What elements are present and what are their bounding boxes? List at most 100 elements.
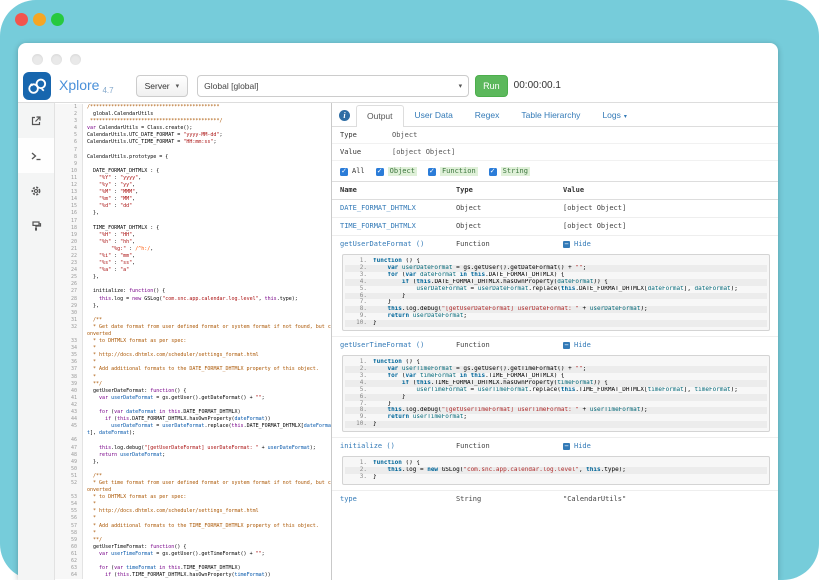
line-code: [83, 310, 331, 317]
source-line: 6. }: [345, 293, 767, 300]
run-button[interactable]: Run: [475, 75, 508, 97]
line-number: 50: [55, 466, 83, 473]
line-code: * to DHTMLX format as per spec:: [83, 494, 331, 501]
editor-line: 17: [55, 218, 331, 225]
editor-line: 42: [55, 402, 331, 409]
tab-logs[interactable]: Logs▾: [591, 104, 637, 126]
editor-line: 40 getUserDateFormat: function() {: [55, 388, 331, 395]
result-name-link[interactable]: getUserDateFormat (): [340, 240, 424, 248]
line-number: 51: [55, 473, 83, 480]
code-row: 1.function () {2. this.log = new GSLog("…: [332, 455, 778, 490]
line-number: 53: [55, 494, 83, 501]
editor-line: 20 "%h" : "hh",: [55, 239, 331, 246]
traffic-light-zoom[interactable]: [51, 13, 64, 26]
editor-line: 32 * Get date format from user defined f…: [55, 324, 331, 338]
line-number: 56: [55, 515, 83, 522]
traffic-light-close[interactable]: [15, 13, 28, 26]
source-line: 4. if (this.DATE_FORMAT_DHTMLX.hasOwnPro…: [345, 279, 767, 286]
filter-function[interactable]: ✓Function: [428, 167, 478, 176]
source-line: 5. userDateFormat = userDateFormat.repla…: [345, 286, 767, 293]
table-row: typeString"CalendarUtils": [332, 490, 778, 508]
chevron-down-icon: ▾: [176, 82, 180, 90]
tab-output[interactable]: Output: [356, 105, 404, 127]
console-icon[interactable]: [18, 138, 54, 173]
line-number: 27: [55, 288, 83, 295]
source-line: 1.function () {: [345, 460, 767, 467]
source-line: 8. this.log.debug("[getUserDateFormat] u…: [345, 306, 767, 313]
hide-toggle[interactable]: −Hide: [563, 341, 591, 350]
editor-line: 2 global.CalendarUtils: [55, 111, 331, 118]
checkbox-checked-icon[interactable]: ✓: [376, 168, 384, 176]
line-number: 14: [55, 196, 83, 203]
open-in-new-icon[interactable]: [18, 103, 54, 138]
source-line-number: 2.: [345, 265, 373, 272]
info-icon[interactable]: i: [339, 110, 350, 121]
editor-line: 64 if (this.TIME_FORMAT_DHTMLX.hasOwnPro…: [55, 572, 331, 579]
result-name-cell: DATE_FORMAT_DHTMLX: [332, 200, 448, 218]
editor-line: 13 "%M" : "MMM",: [55, 189, 331, 196]
editor-line: 52 * Get time format from user defined f…: [55, 480, 331, 494]
line-number: 60: [55, 544, 83, 551]
scope-value: Global [global]: [204, 81, 258, 91]
source-line-number: 5.: [345, 286, 373, 293]
editor-line: 51 /**: [55, 473, 331, 480]
editor-line: 45 userDateFormat = userDateFormat.repla…: [55, 423, 331, 437]
result-name-link[interactable]: initialize (): [340, 442, 395, 450]
server-select[interactable]: Server ▾: [136, 75, 189, 97]
app-header: Xplore4.7 Server ▾ Global [global] ▾ Run…: [18, 69, 778, 103]
hide-label: Hide: [574, 240, 591, 249]
tab-regex[interactable]: Regex: [464, 104, 511, 126]
filter-label: All: [352, 167, 365, 176]
source-line: 7. }: [345, 401, 767, 408]
function-source-block: 1.function () {2. this.log = new GSLog("…: [342, 456, 770, 485]
filter-object[interactable]: ✓ Object: [376, 167, 417, 176]
paint-format-icon[interactable]: [18, 208, 54, 243]
filter-string[interactable]: ✓String: [489, 167, 530, 176]
tab-user-data[interactable]: User Data: [404, 104, 464, 126]
editor-line: 43 for (var dateFormat in this.DATE_FORM…: [55, 409, 331, 416]
filter-all[interactable]: ✓ All: [340, 167, 365, 176]
line-code: * to DHTMLX format as per spec:: [83, 338, 331, 345]
line-code: "%Y" : "yyyy",: [83, 175, 331, 182]
hide-toggle[interactable]: −Hide: [563, 442, 591, 451]
result-name-link[interactable]: TIME_FORMAT_DHTMLX: [340, 222, 416, 230]
editor-line: 23 "%s" : "ss",: [55, 260, 331, 267]
filter-label: Object: [388, 167, 417, 176]
line-number: 49: [55, 459, 83, 466]
line-number: 61: [55, 551, 83, 558]
editor-line: 9: [55, 161, 331, 168]
source-line-number: 4.: [345, 279, 373, 286]
checkbox-checked-icon[interactable]: ✓: [489, 168, 497, 176]
line-number: 25: [55, 274, 83, 281]
traffic-light-minimize[interactable]: [33, 13, 46, 26]
hide-toggle[interactable]: −Hide: [563, 240, 591, 249]
checkbox-checked-icon[interactable]: ✓: [428, 168, 436, 176]
code-editor[interactable]: 1/**************************************…: [55, 103, 332, 580]
line-code: *: [83, 374, 331, 381]
source-line-code: for (var timeFormat in this.TIME_FORMAT_…: [373, 373, 767, 380]
table-row: getUserTimeFormat ()Function−Hide: [332, 337, 778, 355]
line-number: 43: [55, 409, 83, 416]
gear-icon[interactable]: [18, 173, 54, 208]
line-number: 28: [55, 296, 83, 303]
result-name-link[interactable]: type: [340, 495, 357, 503]
line-code: "%i" : "mm",: [83, 253, 331, 260]
line-number: 9: [55, 161, 83, 168]
line-number: 4: [55, 125, 83, 132]
checkbox-checked-icon[interactable]: ✓: [340, 168, 348, 176]
line-code: **/: [83, 537, 331, 544]
tab-table-hierarchy[interactable]: Table Hierarchy: [510, 104, 591, 126]
editor-line: 7: [55, 147, 331, 154]
scope-combobox[interactable]: Global [global] ▾: [197, 75, 469, 97]
editor-line: 48 return userDateFormat;: [55, 452, 331, 459]
result-type-cell: Function: [448, 236, 555, 254]
editor-line: 57 * Add additional formats to the TIME_…: [55, 523, 331, 530]
result-name-link[interactable]: DATE_FORMAT_DHTMLX: [340, 204, 416, 212]
source-line-code: return userDateFormat;: [373, 313, 767, 320]
line-code: return userDateFormat;: [83, 452, 331, 459]
results-panel: i OutputUser DataRegexTable HierarchyLogs…: [332, 103, 778, 580]
result-name-link[interactable]: getUserTimeFormat (): [340, 341, 424, 349]
line-number: 55: [55, 508, 83, 515]
editor-line: 56 *: [55, 515, 331, 522]
output-table: NameTypeValue DATE_FORMAT_DHTMLXObject[o…: [332, 181, 778, 508]
